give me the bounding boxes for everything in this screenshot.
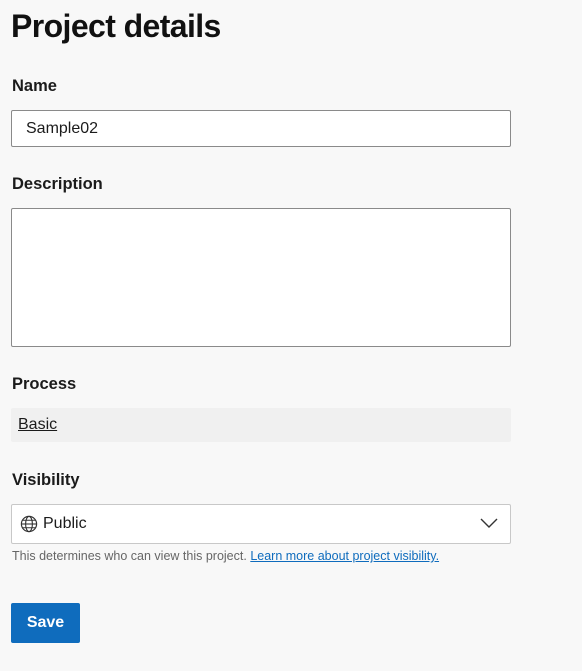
visibility-dropdown[interactable]: Public xyxy=(11,504,511,544)
visibility-help-text: This determines who can view this projec… xyxy=(12,549,439,563)
process-label: Process xyxy=(12,375,77,393)
description-textarea[interactable] xyxy=(11,208,511,347)
process-field: Basic xyxy=(11,408,511,442)
save-button[interactable]: Save xyxy=(11,603,80,643)
globe-icon xyxy=(20,515,38,533)
process-link[interactable]: Basic xyxy=(18,416,57,434)
chevron-down-icon xyxy=(480,518,498,528)
visibility-learn-more-link[interactable]: Learn more about project visibility. xyxy=(250,549,439,563)
visibility-selected-value: Public xyxy=(43,515,87,532)
page-title: Project details xyxy=(11,8,221,44)
name-input[interactable] xyxy=(11,110,511,147)
name-label: Name xyxy=(12,77,57,95)
visibility-help-description: This determines who can view this projec… xyxy=(12,549,247,563)
visibility-label: Visibility xyxy=(12,471,80,489)
description-label: Description xyxy=(12,175,103,193)
